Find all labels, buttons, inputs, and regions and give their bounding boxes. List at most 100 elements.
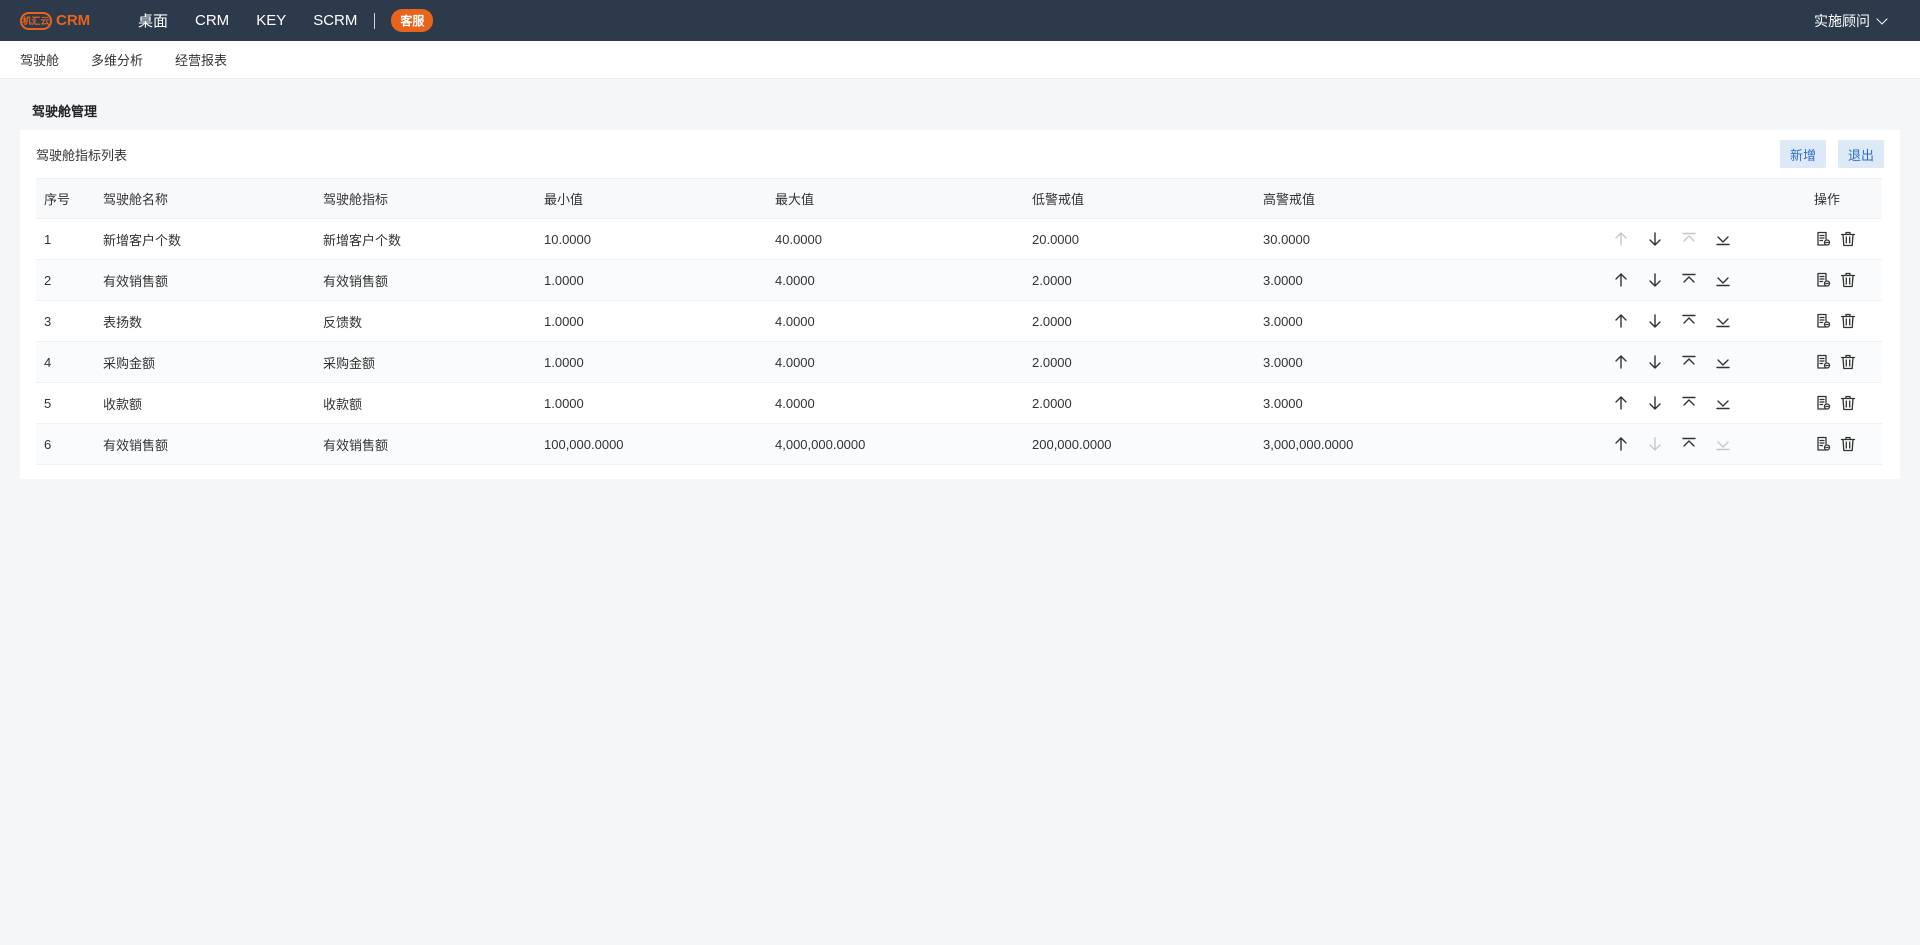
delete-trash-icon[interactable] (1839, 395, 1856, 412)
cell-name: 表扬数 (95, 300, 315, 342)
nav-key[interactable]: KEY (256, 12, 286, 29)
move-up-icon[interactable] (1612, 313, 1629, 330)
edit-document-icon[interactable] (1814, 436, 1831, 453)
cell-sort-controls (1604, 259, 1806, 301)
subnav-cockpit[interactable]: 驾驶舱 (20, 50, 59, 69)
move-up-icon (1612, 231, 1629, 248)
move-to-top-icon[interactable] (1680, 354, 1697, 371)
cell-actions (1806, 300, 1882, 342)
row-actions (1814, 436, 1882, 453)
card-header: 驾驶舱指标列表 新增 退出 (20, 130, 1900, 178)
move-down-icon[interactable] (1646, 354, 1663, 371)
cell-high-alert: 30.0000 (1255, 218, 1604, 260)
cell-min: 1.0000 (536, 300, 767, 342)
move-to-bottom-icon[interactable] (1714, 395, 1731, 412)
move-down-icon (1646, 436, 1663, 453)
move-to-bottom-icon[interactable] (1714, 231, 1731, 248)
cell-no: 6 (36, 423, 95, 465)
move-down-icon[interactable] (1646, 231, 1663, 248)
col-header-max: 最大值 (767, 178, 1024, 219)
cell-high-alert: 3,000,000.0000 (1255, 423, 1604, 465)
cell-no: 3 (36, 300, 95, 342)
move-to-top-icon[interactable] (1680, 313, 1697, 330)
cell-low-alert: 2.0000 (1024, 300, 1255, 342)
table-row: 4 采购金额 采购金额 1.0000 4.0000 2.0000 3.0000 (36, 341, 1882, 383)
col-header-sort (1604, 178, 1806, 219)
sort-controls (1612, 313, 1806, 330)
cell-name: 新增客户个数 (95, 218, 315, 260)
move-up-icon[interactable] (1612, 436, 1629, 453)
delete-trash-icon[interactable] (1839, 313, 1856, 330)
edit-document-icon[interactable] (1814, 395, 1831, 412)
nav-desktop[interactable]: 桌面 (138, 10, 168, 31)
nav-scrm[interactable]: SCRM (313, 12, 357, 29)
col-header-no: 序号 (36, 178, 95, 219)
move-to-bottom-icon[interactable] (1714, 313, 1731, 330)
cell-high-alert: 3.0000 (1255, 300, 1604, 342)
exit-button[interactable]: 退出 (1837, 140, 1884, 168)
brand-logo[interactable]: 机汇云 CRM (20, 11, 138, 30)
cell-indicator: 采购金额 (315, 341, 536, 383)
cell-name: 采购金额 (95, 341, 315, 383)
main-nav: 桌面 CRM KEY SCRM 客服 (138, 9, 434, 32)
top-navbar: 机汇云 CRM 桌面 CRM KEY SCRM 客服 实施顾问 (0, 0, 1920, 41)
cell-low-alert: 2.0000 (1024, 341, 1255, 383)
add-button[interactable]: 新增 (1779, 140, 1826, 168)
edit-document-icon[interactable] (1814, 354, 1831, 371)
move-down-icon[interactable] (1646, 395, 1663, 412)
row-actions (1814, 231, 1882, 248)
row-actions (1814, 395, 1882, 412)
cell-sort-controls (1604, 423, 1806, 465)
move-up-icon[interactable] (1612, 354, 1629, 371)
user-role-label: 实施顾问 (1814, 12, 1870, 29)
move-to-bottom-icon[interactable] (1714, 272, 1731, 289)
cell-low-alert: 200,000.0000 (1024, 423, 1255, 465)
cell-actions (1806, 259, 1882, 301)
chevron-down-icon (1876, 12, 1888, 25)
cell-high-alert: 3.0000 (1255, 341, 1604, 383)
customer-service-badge[interactable]: 客服 (391, 9, 434, 32)
delete-trash-icon[interactable] (1839, 436, 1856, 453)
cell-max: 4.0000 (767, 300, 1024, 342)
move-down-icon[interactable] (1646, 313, 1663, 330)
cell-min: 100,000.0000 (536, 423, 767, 465)
move-to-top-icon[interactable] (1680, 395, 1697, 412)
cell-max: 4,000,000.0000 (767, 423, 1024, 465)
move-to-top-icon (1680, 231, 1697, 248)
cell-actions (1806, 341, 1882, 383)
cell-indicator: 新增客户个数 (315, 218, 536, 260)
cell-sort-controls (1604, 382, 1806, 424)
user-role-menu[interactable]: 实施顾问 (1814, 0, 1888, 41)
table-row: 3 表扬数 反馈数 1.0000 4.0000 2.0000 3.0000 (36, 300, 1882, 342)
sub-navbar: 驾驶舱 多维分析 经营报表 (0, 41, 1920, 79)
move-to-top-icon[interactable] (1680, 272, 1697, 289)
row-actions (1814, 272, 1882, 289)
cell-name: 收款额 (95, 382, 315, 424)
delete-trash-icon[interactable] (1839, 272, 1856, 289)
cell-max: 4.0000 (767, 259, 1024, 301)
col-header-actions: 操作 (1806, 178, 1882, 219)
subnav-business-report[interactable]: 经营报表 (175, 50, 227, 69)
cell-actions (1806, 423, 1882, 465)
move-up-icon[interactable] (1612, 272, 1629, 289)
table-row: 1 新增客户个数 新增客户个数 10.0000 40.0000 20.0000 30.000… (36, 218, 1882, 260)
move-down-icon[interactable] (1646, 272, 1663, 289)
delete-trash-icon[interactable] (1839, 231, 1856, 248)
sort-controls (1612, 272, 1806, 289)
delete-trash-icon[interactable] (1839, 354, 1856, 371)
cell-min: 1.0000 (536, 259, 767, 301)
card-title: 驾驶舱指标列表 (36, 147, 128, 163)
edit-document-icon[interactable] (1814, 313, 1831, 330)
subnav-multidim-analysis[interactable]: 多维分析 (91, 50, 143, 69)
move-to-bottom-icon[interactable] (1714, 354, 1731, 371)
edit-document-icon[interactable] (1814, 272, 1831, 289)
indicator-table: 序号 驾驶舱名称 驾驶舱指标 最小值 最大值 低警戒值 高警戒值 操作 1 新增客… (36, 178, 1882, 465)
nav-crm[interactable]: CRM (195, 12, 229, 29)
cell-sort-controls (1604, 300, 1806, 342)
card-actions: 新增 退出 (1779, 140, 1884, 168)
cell-high-alert: 3.0000 (1255, 259, 1604, 301)
col-header-low-alert: 低警戒值 (1024, 178, 1255, 219)
move-to-top-icon[interactable] (1680, 436, 1697, 453)
edit-document-icon[interactable] (1814, 231, 1831, 248)
move-up-icon[interactable] (1612, 395, 1629, 412)
